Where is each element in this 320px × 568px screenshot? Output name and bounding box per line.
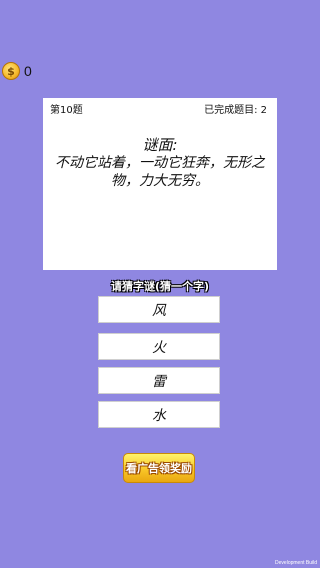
level-label: 第10题 (50, 105, 83, 116)
development-build-label: Development Build (275, 560, 317, 566)
completed-count: 已完成题目: 2 (204, 105, 267, 116)
answer-option-1[interactable]: 风 (98, 296, 220, 323)
answer-option-4[interactable]: 水 (98, 401, 220, 428)
riddle-hint: 请猜字谜(猜一个字) (110, 280, 210, 293)
coin-count: 0 (24, 63, 32, 79)
coin-icon: $ (2, 62, 20, 80)
riddle-card: 第10题 已完成题目: 2 谜面: 不动它站着，一动它狂奔，无形之物，力大无穷。 (43, 98, 277, 270)
answer-option-3[interactable]: 雷 (98, 367, 220, 394)
answer-option-2[interactable]: 火 (98, 333, 220, 360)
watch-ad-reward-button[interactable]: 看广告领奖励 (123, 453, 195, 483)
riddle-title: 谜面: (142, 136, 178, 154)
coin-balance: $ 0 (2, 62, 32, 80)
riddle-text: 不动它站着，一动它狂奔，无形之物，力大无穷。 (55, 155, 265, 189)
